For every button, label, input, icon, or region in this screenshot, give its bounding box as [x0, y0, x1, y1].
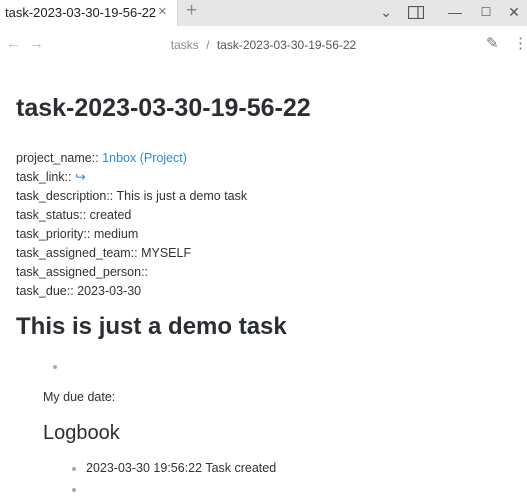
property-value: MYSELF [141, 246, 192, 260]
property-task-due: task_due:: 2023-03-30 [16, 282, 247, 301]
property-key: task_status:: [16, 208, 90, 222]
list-bullet [72, 467, 76, 471]
property-task-assigned-person: task_assigned_person:: [16, 263, 247, 282]
page-title: task-2023-03-30-19-56-22 [16, 94, 311, 122]
property-key: task_priority:: [16, 227, 94, 241]
minimize-icon[interactable]: — [445, 3, 465, 21]
log-entry: 2023-03-30 19:56:22 Task created [86, 461, 277, 475]
empty-bullet [53, 365, 57, 369]
nav-bar: ← → tasks / task-2023-03-30-19-56-22 ✎ ⋮ [0, 26, 527, 64]
project-link[interactable]: 1nbox (Project) [102, 151, 187, 165]
property-key: task_link:: [16, 170, 76, 184]
property-key: project_name:: [16, 151, 103, 165]
property-task-link: task_link:: ↪ [16, 168, 247, 187]
edit-icon[interactable]: ✎ [486, 34, 499, 52]
property-task-status: task_status:: created [16, 206, 247, 225]
list-bullet [72, 488, 76, 492]
property-task-priority: task_priority:: medium [16, 225, 247, 244]
tab-title: task-2023-03-30-19-56-22 [5, 5, 157, 20]
sidebar-toggle-icon[interactable] [406, 3, 426, 21]
property-key: task_assigned_team:: [16, 246, 142, 260]
chevron-down-icon[interactable]: ⌄ [376, 3, 396, 21]
property-task-assigned-team: task_assigned_team:: MYSELF [16, 244, 247, 263]
property-value: medium [93, 227, 139, 241]
breadcrumb-folder[interactable]: tasks [171, 38, 199, 52]
due-date-label: My due date: [43, 390, 116, 404]
external-link-icon[interactable]: ↪ [75, 170, 85, 184]
properties-list: project_name:: 1nbox (Project) task_link… [16, 149, 247, 301]
breadcrumb: tasks / task-2023-03-30-19-56-22 [0, 38, 527, 52]
property-key: task_description:: [16, 189, 117, 203]
property-task-description: task_description:: This is just a demo t… [16, 187, 247, 206]
property-value: This is just a demo task [116, 189, 248, 203]
property-key: task_assigned_person:: [16, 265, 149, 279]
property-value: created [89, 208, 132, 222]
tab-close-icon[interactable]: × [158, 3, 167, 21]
property-key: task_due:: [16, 284, 78, 298]
maximize-icon[interactable]: ☐ [476, 3, 496, 21]
tab-bar: task-2023-03-30-19-56-22 × + ⌄ — ☐ ✕ [0, 0, 527, 26]
property-value: 2023-03-30 [77, 284, 142, 298]
tab-active[interactable]: task-2023-03-30-19-56-22 × [0, 0, 178, 26]
new-tab-icon[interactable]: + [186, 1, 197, 21]
breadcrumb-separator: / [206, 38, 210, 52]
note-content: task-2023-03-30-19-56-22 project_name:: … [16, 64, 527, 500]
section-heading: This is just a demo task [16, 313, 287, 340]
window-close-icon[interactable]: ✕ [504, 3, 524, 21]
more-options-icon[interactable]: ⋮ [513, 34, 527, 52]
breadcrumb-current[interactable]: task-2023-03-30-19-56-22 [217, 38, 356, 52]
property-project-name: project_name:: 1nbox (Project) [16, 149, 247, 168]
logbook-heading: Logbook [43, 422, 120, 444]
